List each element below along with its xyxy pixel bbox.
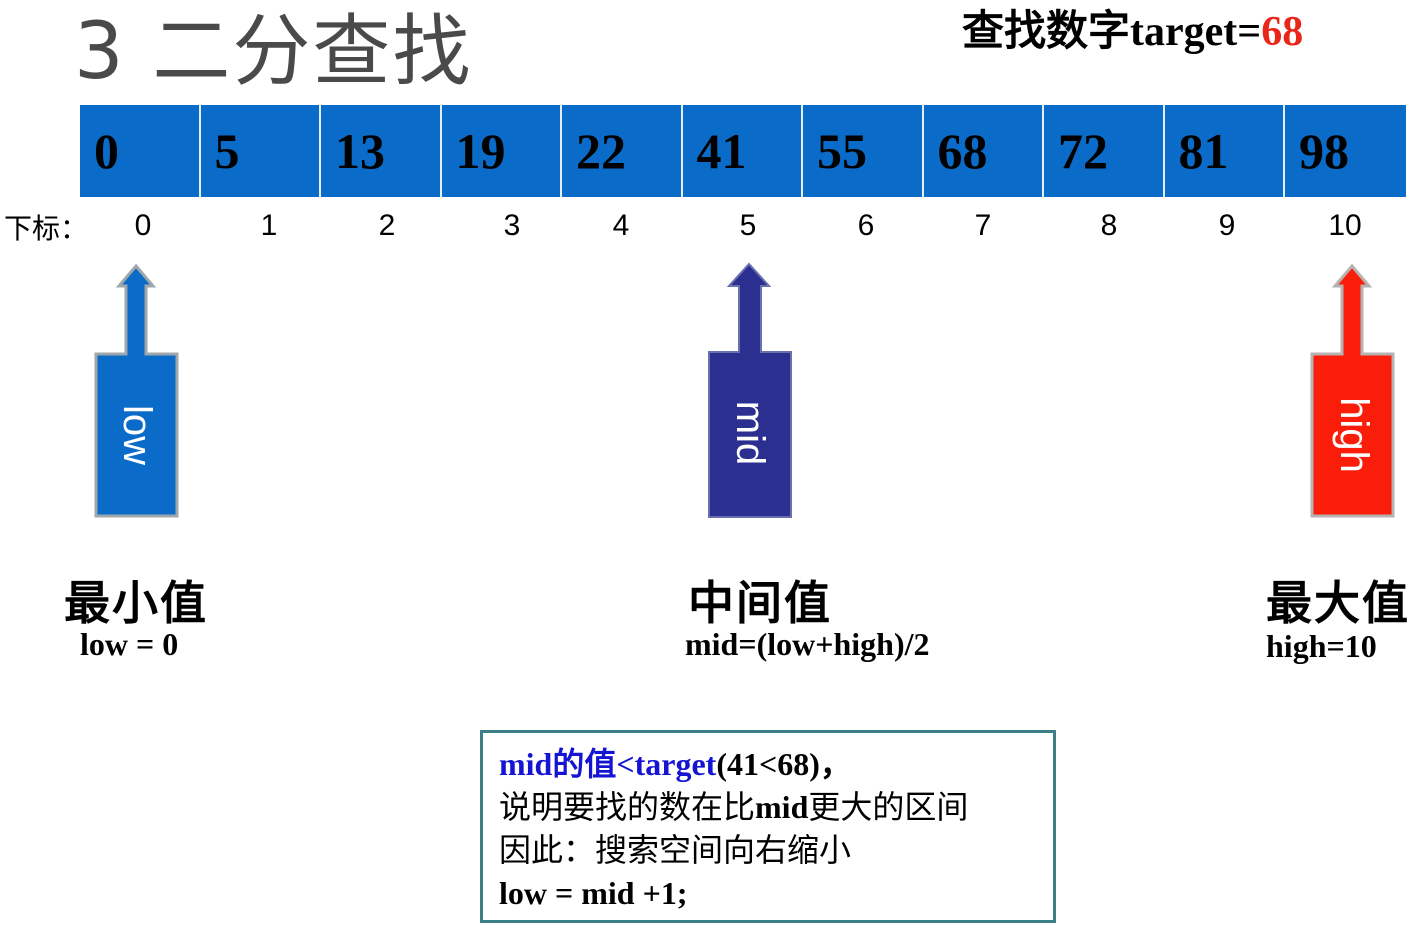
page-title: 3 二分查找: [74, 7, 473, 97]
target-value: 68: [1261, 9, 1304, 55]
array-index: 4: [612, 209, 630, 242]
low-formula: low = 0: [80, 626, 179, 662]
array-index: 1: [260, 209, 278, 242]
array-cell: 5: [200, 105, 321, 197]
explanation-box: mid的值<target(41<68)， 说明要找的数在比mid更大的区间 因此…: [480, 730, 1056, 923]
high-pointer-label: high: [1332, 397, 1376, 473]
note-line-2: 说明要找的数在比mid更大的区间: [499, 786, 1053, 829]
high-caption: 最大值: [1266, 576, 1410, 630]
high-formula: high=10: [1266, 628, 1377, 664]
array-cell: 68: [923, 105, 1044, 197]
low-caption: 最小值: [64, 576, 208, 630]
array-index: 8: [1100, 209, 1118, 242]
array-cell: 22: [562, 105, 683, 197]
note-condition: mid的值<target: [499, 746, 717, 782]
low-pointer-label: low: [115, 404, 159, 466]
array-index: 6: [857, 209, 875, 242]
array-cell: 72: [1044, 105, 1165, 197]
note-comparison: (41<68)，: [716, 746, 852, 782]
target-prefix: 查找数字target=: [962, 9, 1262, 55]
array-index: 7: [974, 209, 992, 242]
note-line-3: 因此：搜索空间向右缩小: [499, 832, 852, 868]
mid-pointer-label: mid: [728, 400, 772, 466]
note-line-1: mid的值<target(41<68)，: [499, 743, 1053, 786]
mid-formula: mid=(low+high)/2: [685, 626, 930, 662]
array-cell: 41: [682, 105, 803, 197]
index-label: 下标：: [4, 212, 89, 245]
mid-caption: 中间值: [688, 576, 832, 630]
array-index: 5: [739, 209, 757, 242]
array-cell: 98: [1285, 105, 1406, 197]
array-index: 3: [503, 209, 521, 242]
array-index: 2: [378, 209, 396, 242]
array-cell: 19: [441, 105, 562, 197]
array-cell: 81: [1164, 105, 1285, 197]
note-line2-pre: 说明要找的数在比: [499, 789, 756, 825]
array-cell: 55: [803, 105, 924, 197]
note-line2-mid: mid: [755, 789, 809, 825]
array-index: 9: [1218, 209, 1236, 242]
array-cell: 13: [321, 105, 442, 197]
note-line-4: low = mid +1;: [499, 875, 688, 911]
note-line2-post: 更大的区间: [808, 789, 969, 825]
sorted-array: 0 5 13 19 22 41 55 68 72 81 98: [80, 105, 1406, 197]
target-label: 查找数字target=68: [962, 4, 1303, 60]
array-index: 10: [1328, 209, 1362, 242]
array-cell: 0: [80, 105, 201, 197]
array-index: 0: [134, 209, 152, 242]
